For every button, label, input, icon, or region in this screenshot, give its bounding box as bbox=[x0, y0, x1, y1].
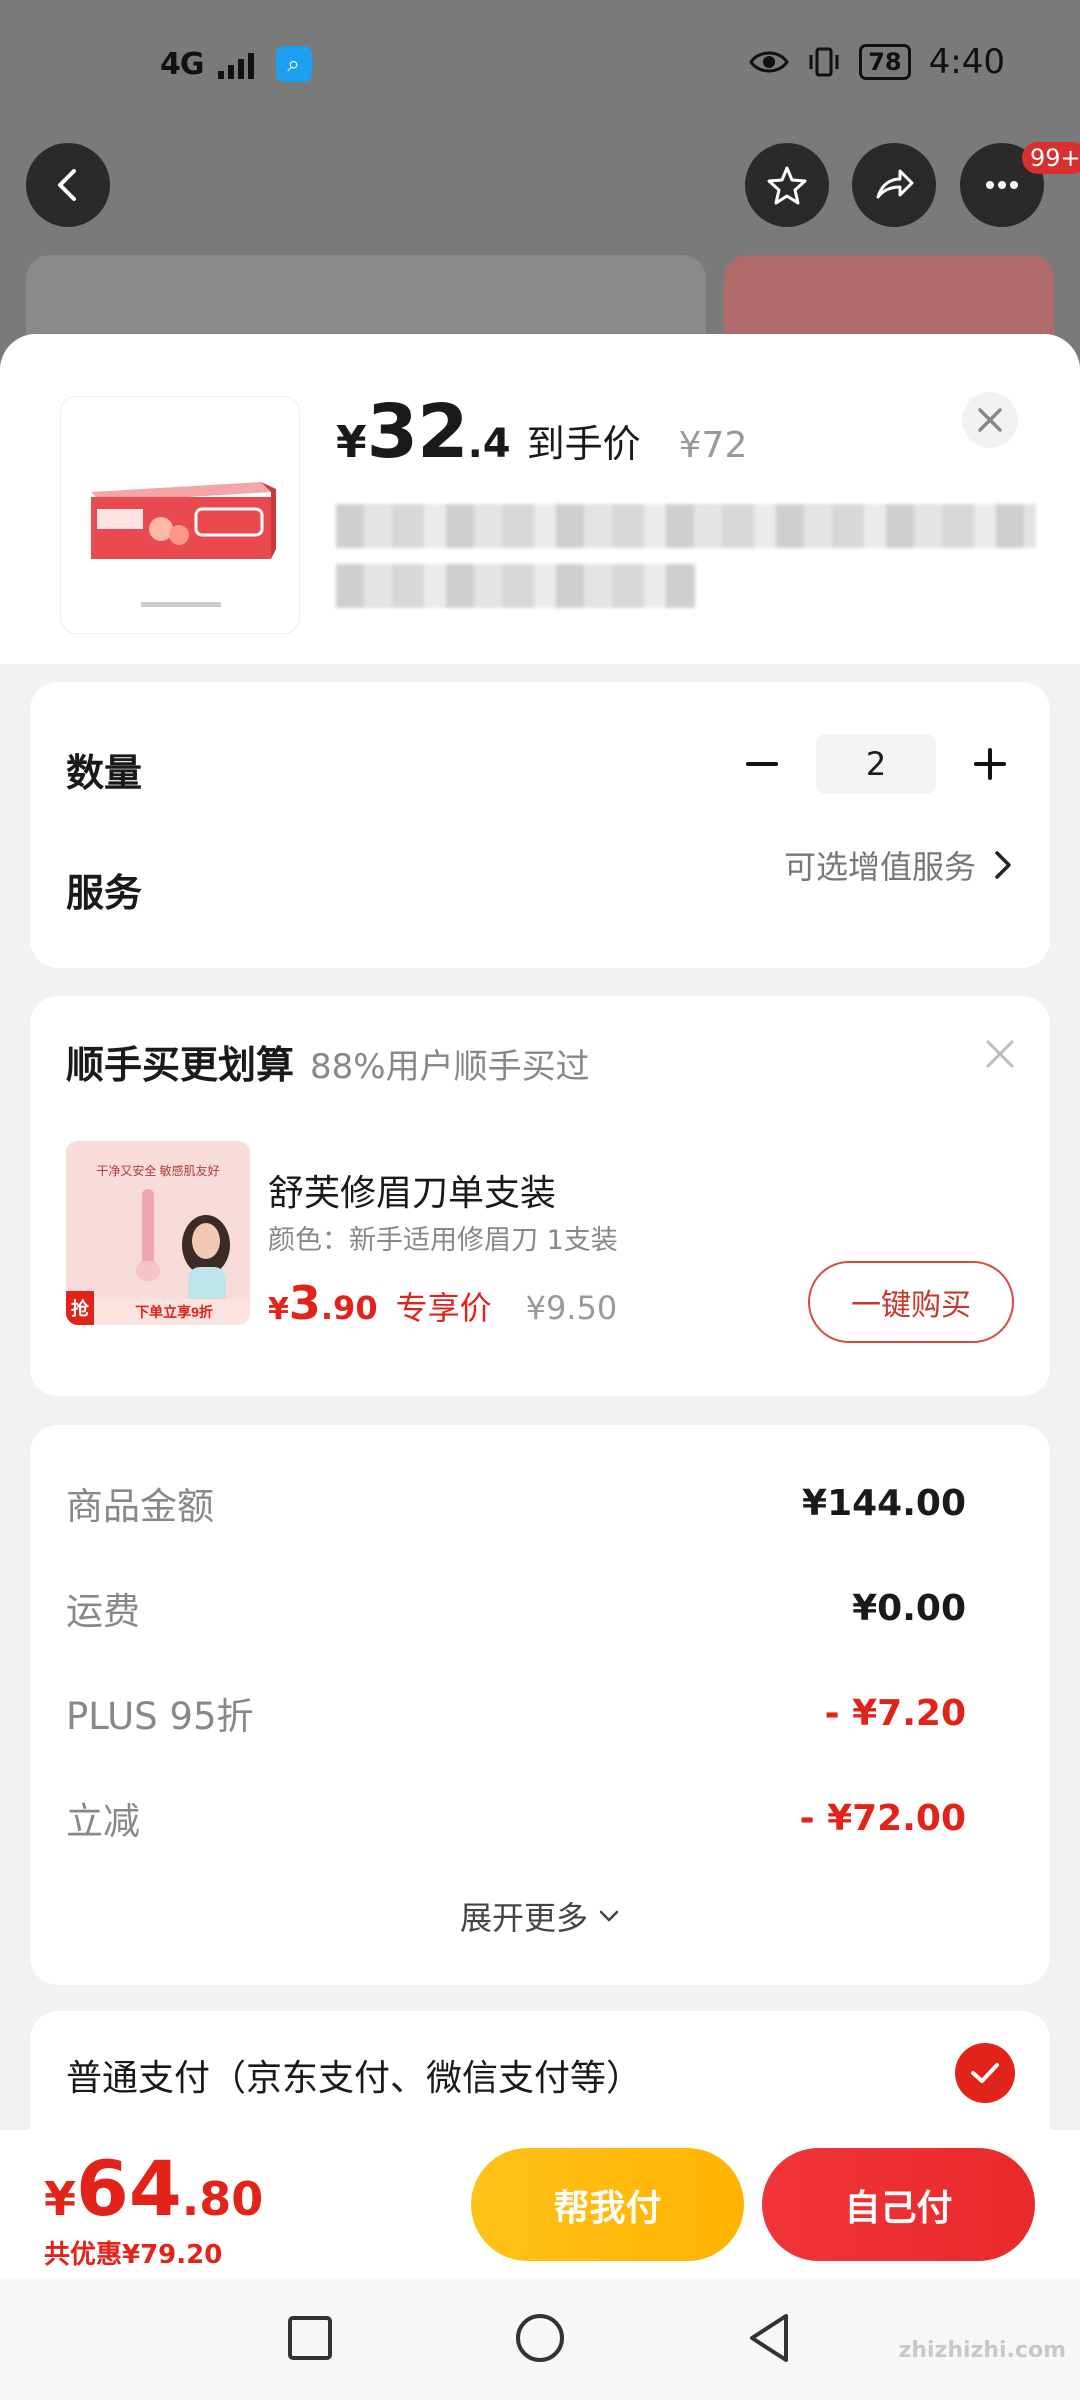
expand-more-button[interactable]: 展开更多 bbox=[30, 1893, 1050, 1939]
search-app-icon: ⌕ bbox=[275, 46, 312, 82]
addon-product-image[interactable]: 干净又安全 敏感肌友好 抢 下单立享9折 bbox=[66, 1141, 250, 1325]
status-right: 78 4:40 bbox=[749, 42, 1005, 82]
original-price: ¥72 bbox=[678, 425, 748, 466]
decrease-button[interactable] bbox=[738, 740, 786, 788]
summary-row: 立减 - ¥72.00 bbox=[66, 1788, 966, 1848]
clock: 4:40 bbox=[928, 42, 1005, 82]
message-badge: 99+ bbox=[1022, 142, 1080, 174]
service-label: 服务 bbox=[66, 871, 143, 915]
addon-title: 顺手买更划算 bbox=[66, 1043, 295, 1087]
recent-apps-icon[interactable] bbox=[280, 2308, 340, 2368]
addon-price-symbol: ¥ bbox=[268, 1292, 289, 1327]
signal-icon bbox=[217, 53, 254, 79]
back-button[interactable] bbox=[26, 143, 110, 227]
one-click-buy-button[interactable]: 一键购买 bbox=[808, 1261, 1014, 1343]
addon-name: 舒芙修眉刀单支装 bbox=[268, 1173, 557, 1214]
product-subtitle-blurred bbox=[336, 564, 696, 608]
total-price: ¥ 64 .80 bbox=[44, 2144, 263, 2233]
plus-icon bbox=[974, 748, 1006, 780]
addon-price-tag: 专享价 bbox=[395, 1289, 492, 1327]
chevron-down-icon bbox=[599, 1910, 619, 1922]
share-icon bbox=[876, 169, 914, 199]
addon-spec: 颜色：新手适用修眉刀 1支装 bbox=[268, 1225, 618, 1256]
product-title-blurred bbox=[336, 504, 1036, 548]
minus-icon bbox=[746, 762, 778, 766]
product-header: ¥ 32 .4 到手价 ¥72 bbox=[0, 334, 1080, 664]
summary-row: 商品金额 ¥144.00 bbox=[66, 1473, 966, 1533]
checkout-bar: ¥ 64 .80 共优惠¥79.20 帮我付 自己付 bbox=[0, 2130, 1080, 2278]
addon-subtitle: 88%用户顺手买过 bbox=[310, 1047, 590, 1087]
expand-more-label: 展开更多 bbox=[459, 1899, 588, 1937]
close-icon bbox=[978, 408, 1002, 432]
summary-row: PLUS 95折 - ¥7.20 bbox=[66, 1683, 966, 1743]
watermark: zhizhizhi.com bbox=[898, 2338, 1066, 2363]
status-left: 4G ⌕ bbox=[160, 46, 312, 82]
summary-value: - ¥7.20 bbox=[824, 1692, 966, 1734]
product-image bbox=[60, 396, 300, 634]
quantity-stepper: 2 bbox=[738, 734, 1014, 794]
service-value: 可选增值服务 bbox=[783, 848, 976, 886]
back-nav-icon[interactable] bbox=[740, 2308, 800, 2368]
addon-card: 顺手买更划算 88%用户顺手买过 干净又安全 敏感肌友好 抢 下单立享9折 舒芙… bbox=[30, 996, 1050, 1396]
total-symbol: ¥ bbox=[44, 2172, 77, 2226]
vibrate-icon bbox=[809, 47, 839, 77]
network-indicator: 4G bbox=[160, 46, 204, 82]
eye-icon bbox=[749, 51, 790, 73]
chevron-right-icon bbox=[995, 851, 1011, 879]
addon-original-price: ¥9.50 bbox=[525, 1289, 618, 1327]
summary-row: 运费 ¥0.00 bbox=[66, 1578, 966, 1638]
summary-label: 商品金额 bbox=[66, 1485, 214, 1528]
increase-button[interactable] bbox=[966, 740, 1014, 788]
total-saving: 共优惠¥79.20 bbox=[44, 2240, 223, 2270]
battery-indicator: 78 bbox=[859, 44, 911, 80]
favorite-button[interactable] bbox=[745, 143, 829, 227]
payment-option-label[interactable]: 普通支付（京东支付、微信支付等） bbox=[66, 2049, 642, 2101]
share-button[interactable] bbox=[852, 143, 936, 227]
total-decimal: .80 bbox=[181, 2172, 264, 2226]
close-sheet-button[interactable] bbox=[962, 392, 1018, 448]
star-icon bbox=[767, 166, 807, 205]
more-dots-icon bbox=[986, 181, 1018, 189]
total-integer: 64 bbox=[76, 2144, 182, 2233]
summary-value: ¥144.00 bbox=[802, 1482, 966, 1524]
addon-close-icon[interactable] bbox=[982, 1036, 1018, 1072]
addon-image-banner: 下单立享9折 bbox=[135, 1304, 213, 1320]
purchase-sheet: ¥ 32 .4 到手价 ¥72 数量 2 服务 可选增值服务 顺手买更划算 88… bbox=[0, 334, 1080, 2134]
quantity-card: 数量 2 服务 可选增值服务 bbox=[30, 682, 1050, 968]
addon-price: ¥ 3 .90 专享价 ¥9.50 bbox=[268, 1276, 617, 1330]
price-line: ¥ 32 .4 到手价 ¥72 bbox=[336, 389, 747, 475]
addon-header: 顺手买更划算 88%用户顺手买过 bbox=[66, 1034, 590, 1089]
check-icon bbox=[971, 2063, 999, 2083]
status-bar: 4G ⌕ 78 4:40 bbox=[0, 0, 1080, 130]
price-summary-card: 商品金额 ¥144.00 运费 ¥0.00 PLUS 95折 - ¥7.20 立… bbox=[30, 1425, 1050, 1985]
summary-value: ¥0.00 bbox=[852, 1587, 966, 1629]
payment-radio-checked[interactable] bbox=[955, 2043, 1015, 2103]
summary-label: 运费 bbox=[66, 1590, 140, 1633]
help-me-pay-button[interactable]: 帮我付 bbox=[471, 2148, 744, 2261]
addon-image-caption: 干净又安全 敏感肌友好 bbox=[96, 1163, 219, 1178]
quantity-input[interactable]: 2 bbox=[816, 734, 936, 794]
addon-image-badge: 抢 bbox=[71, 1298, 90, 1319]
price-symbol: ¥ bbox=[336, 417, 367, 468]
price-integer: 32 bbox=[366, 389, 469, 475]
summary-label: PLUS 95折 bbox=[66, 1695, 254, 1738]
summary-label: 立减 bbox=[66, 1800, 140, 1843]
pay-myself-button[interactable]: 自己付 bbox=[762, 2148, 1035, 2261]
service-selector[interactable]: 可选增值服务 bbox=[784, 842, 1014, 888]
price-decimal: .4 bbox=[467, 421, 511, 467]
payment-card: 普通支付（京东支付、微信支付等） bbox=[30, 2011, 1050, 2134]
price-tag: 到手价 bbox=[526, 422, 641, 466]
addon-price-decimal: .90 bbox=[320, 1289, 378, 1327]
home-icon[interactable] bbox=[510, 2308, 570, 2368]
chevron-left-icon bbox=[58, 169, 76, 201]
quantity-label: 数量 bbox=[66, 751, 143, 795]
addon-price-integer: 3 bbox=[288, 1276, 321, 1330]
summary-value: - ¥72.00 bbox=[799, 1797, 966, 1839]
